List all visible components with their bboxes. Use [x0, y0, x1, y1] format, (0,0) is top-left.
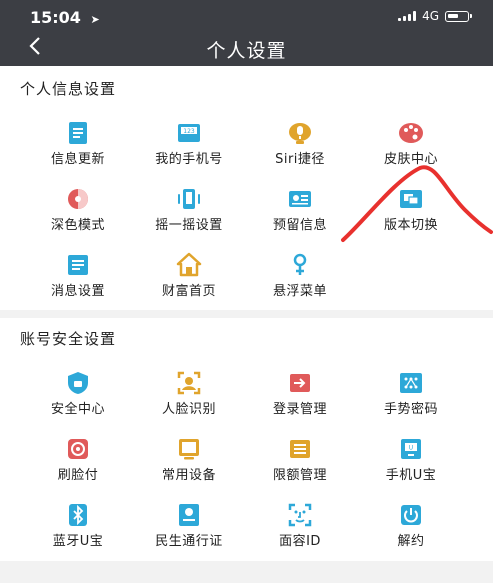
item-reserved-info[interactable]: 预留信息: [245, 185, 355, 245]
item-label: 我的手机号: [155, 152, 223, 167]
face-pay-icon: [68, 439, 88, 459]
bottom-background: [0, 561, 493, 583]
item-label: 刷脸付: [57, 468, 99, 483]
item-label: Siri捷径: [275, 152, 325, 167]
item-label: 悬浮菜单: [272, 284, 327, 299]
item-version-switch[interactable]: 版本切换: [356, 185, 466, 245]
phone-ukey-icon: U: [401, 439, 421, 459]
phone-number-icon: 123: [178, 124, 200, 142]
item-login-management[interactable]: 登录管理: [245, 369, 355, 429]
bluetooth-ukey-icon: [69, 504, 87, 526]
item-limit-management[interactable]: 限额管理: [245, 435, 355, 495]
item-wealth-home[interactable]: 财富首页: [134, 251, 244, 311]
page-title: 个人设置: [206, 40, 287, 62]
item-label: 限额管理: [272, 468, 327, 483]
power-cancel-icon: [401, 505, 421, 525]
item-phone-ukey[interactable]: U 手机U宝: [356, 435, 466, 495]
dark-mode-icon: [68, 189, 88, 209]
item-label: 手机U宝: [385, 468, 437, 483]
shake-phone-icon: [178, 189, 200, 209]
item-label: 解约: [397, 534, 425, 549]
item-label: 蓝牙U宝: [52, 534, 104, 549]
item-label: 常用设备: [161, 468, 216, 483]
nav-header: 15:04 ➤ 4G 个人设置: [0, 0, 493, 66]
network-type: 4G: [422, 9, 439, 23]
reserved-info-card-icon: [289, 191, 311, 207]
security-shield-icon: [68, 372, 88, 394]
section-account-security: 账号安全设置 安全中心 人脸识别 登录管理 手势密码 刷脸付 常用设备 限额管理…: [0, 318, 493, 561]
item-face-pay[interactable]: 刷脸付: [23, 435, 133, 495]
item-label: 皮肤中心: [383, 152, 438, 167]
item-face-recognition[interactable]: 人脸识别: [134, 369, 244, 429]
message-settings-icon: [68, 255, 88, 275]
common-device-icon: [179, 439, 199, 460]
item-security-center[interactable]: 安全中心: [23, 369, 133, 429]
section-title: 个人信息设置: [20, 80, 117, 98]
signal-icon: [398, 11, 417, 21]
face-recognition-icon: [177, 371, 201, 395]
item-common-device[interactable]: 常用设备: [134, 435, 244, 495]
status-right: 4G: [398, 9, 472, 23]
gesture-password-icon: [400, 373, 422, 393]
item-siri-shortcut[interactable]: Siri捷径: [245, 119, 355, 179]
item-label: 预留信息: [272, 218, 327, 233]
svg-text:123: 123: [183, 128, 195, 135]
item-label: 信息更新: [50, 152, 105, 167]
siri-shortcut-icon: [289, 123, 311, 144]
item-label: 财富首页: [161, 284, 216, 299]
location-arrow-icon: ➤: [90, 13, 100, 26]
item-label: 摇一摇设置: [155, 218, 223, 233]
item-message-settings[interactable]: 消息设置: [23, 251, 133, 311]
item-label: 手势密码: [383, 402, 438, 417]
document-update-icon: [69, 122, 87, 144]
item-minsheng-pass[interactable]: 民生通行证: [134, 501, 244, 561]
item-label: 面容ID: [279, 534, 321, 549]
item-gesture-password[interactable]: 手势密码: [356, 369, 466, 429]
item-shake-settings[interactable]: 摇一摇设置: [134, 185, 244, 245]
item-label: 版本切换: [383, 218, 438, 233]
floating-menu-icon: [293, 253, 307, 275]
item-label: 民生通行证: [155, 534, 223, 549]
wealth-home-icon: [176, 252, 202, 277]
svg-text:U: U: [409, 445, 413, 452]
item-cancel-contract[interactable]: 解约: [356, 501, 466, 561]
pass-card-icon: [179, 504, 199, 526]
battery-icon: [445, 10, 472, 22]
limit-management-icon: [290, 440, 310, 458]
item-label: 人脸识别: [161, 402, 216, 417]
status-time: 15:04 ➤: [30, 8, 100, 27]
palette-icon: [399, 123, 423, 143]
item-dark-mode[interactable]: 深色模式: [23, 185, 133, 245]
item-face-id[interactable]: 面容ID: [245, 501, 355, 561]
item-label: 登录管理: [272, 402, 327, 417]
item-bluetooth-ukey[interactable]: 蓝牙U宝: [23, 501, 133, 561]
item-skin-center[interactable]: 皮肤中心: [356, 119, 466, 179]
face-id-icon: [288, 503, 312, 527]
item-label: 深色模式: [50, 218, 105, 233]
item-label: 消息设置: [50, 284, 105, 299]
item-info-update[interactable]: 信息更新: [23, 119, 133, 179]
item-my-phone[interactable]: 123 我的手机号: [134, 119, 244, 179]
status-time-text: 15:04: [30, 8, 81, 27]
section-personal-info: 个人信息设置 信息更新 123 我的手机号 Siri捷径 皮肤中心 深色模式 摇…: [0, 66, 493, 310]
item-label: 安全中心: [50, 402, 105, 417]
section-title: 账号安全设置: [20, 330, 117, 348]
login-management-icon: [290, 374, 310, 392]
item-floating-menu[interactable]: 悬浮菜单: [245, 251, 355, 311]
version-switch-icon: [400, 190, 422, 208]
